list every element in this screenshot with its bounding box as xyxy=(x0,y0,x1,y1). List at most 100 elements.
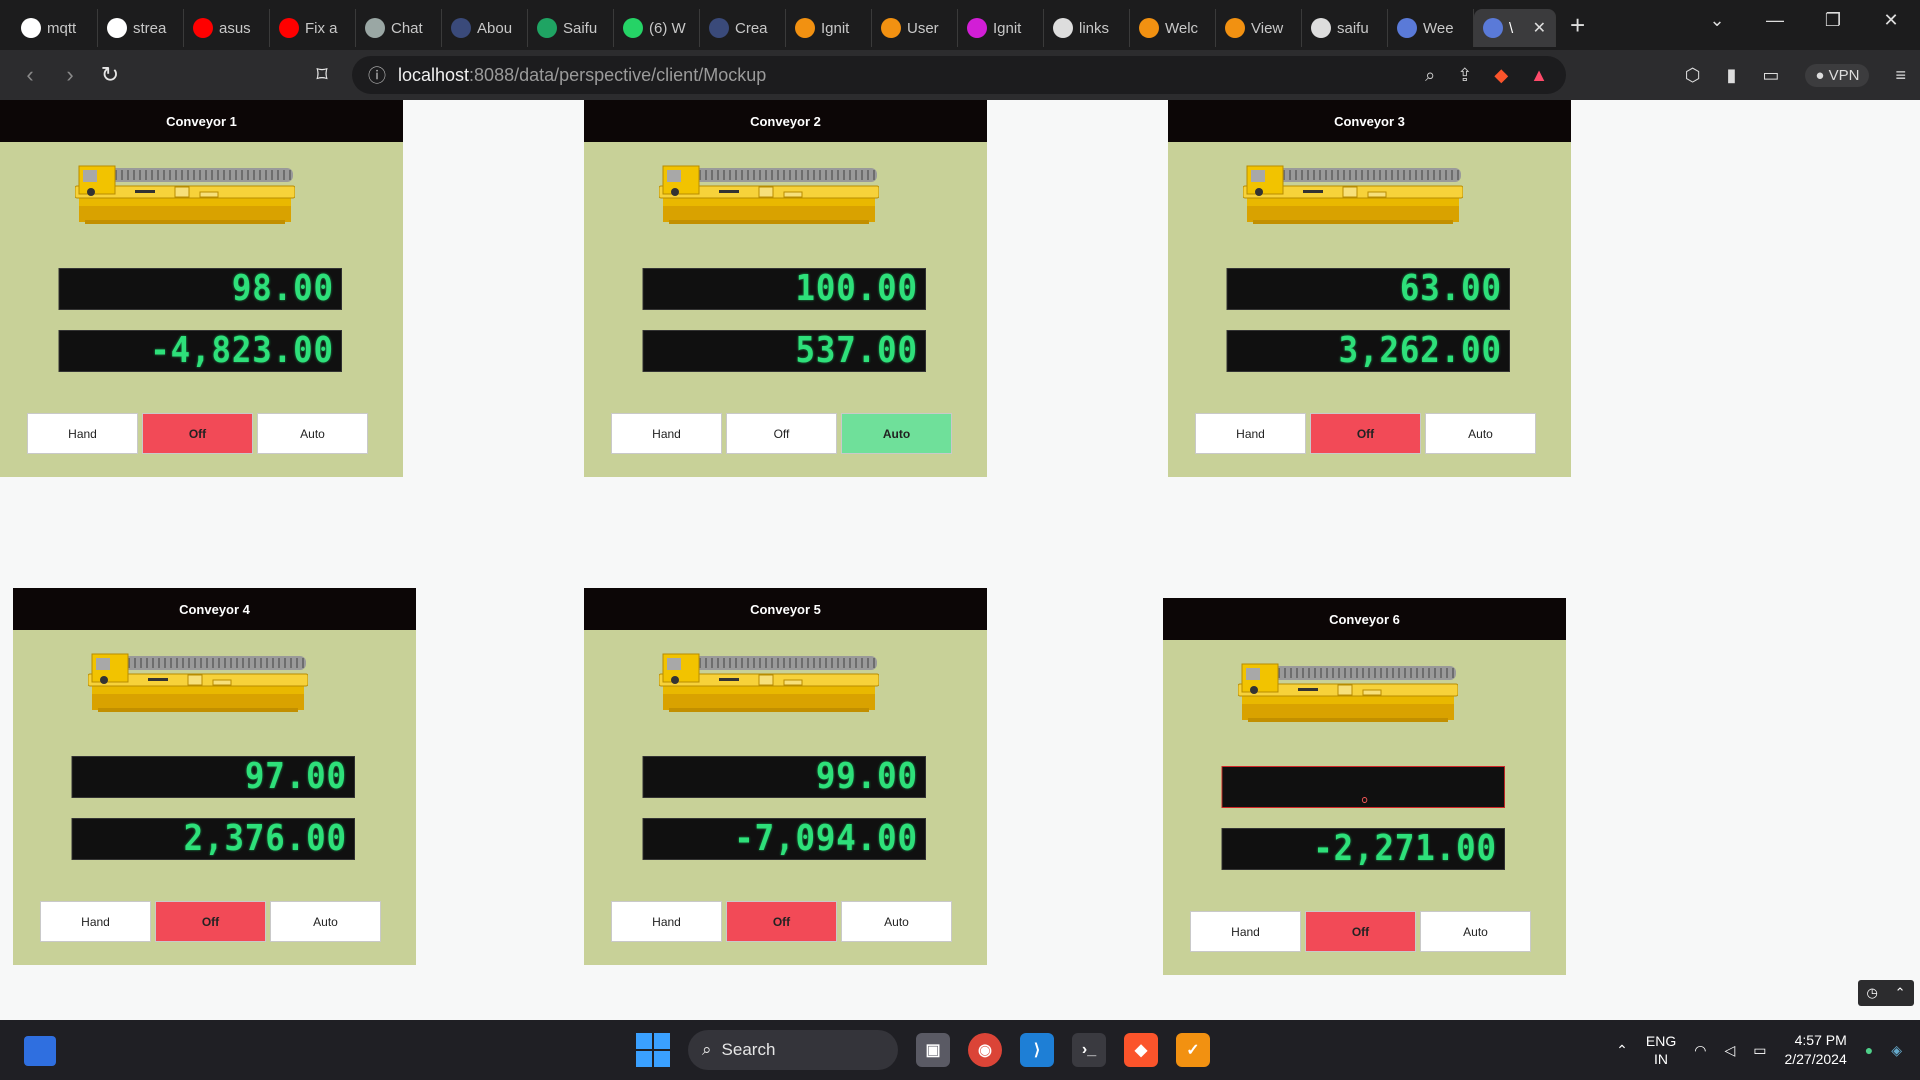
auto-button[interactable]: Auto xyxy=(841,413,952,454)
conveyor-image xyxy=(74,162,296,230)
auto-button[interactable]: Auto xyxy=(1420,911,1531,952)
browser-tab[interactable]: asus xyxy=(184,9,270,47)
back-button[interactable]: ‹ xyxy=(10,62,50,88)
tab-list: mqtt strea asus Fix a Chat Abou Saifu (6) W Crea… xyxy=(0,0,1556,50)
brave-icon[interactable]: ◆ xyxy=(1124,1033,1158,1067)
zoom-icon[interactable]: ⌕ xyxy=(1425,65,1435,86)
restore-button[interactable]: ❐ xyxy=(1804,10,1862,31)
address-bar[interactable]: ⓘ localhost :8088/data/perspective/clien… xyxy=(352,56,1566,94)
browser-tab[interactable]: Crea xyxy=(700,9,786,47)
ignition-check-icon xyxy=(1139,18,1159,38)
conveyor-card: Conveyor 5 99.00 -7,094.00 Hand Off Auto xyxy=(584,588,987,965)
conveyor-card: Conveyor 3 63.00 3,262.00 Hand Off Auto xyxy=(1168,100,1571,477)
browser-tab[interactable]: Fix a xyxy=(270,9,356,47)
count-display: 537.00 xyxy=(642,330,926,372)
browser-tab[interactable]: Wee xyxy=(1388,9,1474,47)
menu-icon[interactable]: ≡ xyxy=(1895,65,1906,86)
ignition-check-icon xyxy=(881,18,901,38)
google-icon xyxy=(21,18,41,38)
browser-tab[interactable]: links xyxy=(1044,9,1130,47)
taskbar-apps: ⌕ Search ▣ ◉ ⟩ ›_ ◆ ✓ xyxy=(636,1030,1210,1070)
ignition-designer-icon[interactable]: ✓ xyxy=(1176,1033,1210,1067)
new-tab-button[interactable]: + xyxy=(1570,10,1585,41)
hand-button[interactable]: Hand xyxy=(611,901,722,942)
brave-shields-icon[interactable]: ◆ xyxy=(1494,65,1508,86)
conveyor-card: Conveyor 6 -2,271.00 Hand Off Auto xyxy=(1163,598,1566,975)
forward-button[interactable]: › xyxy=(50,62,90,88)
off-button[interactable]: Off xyxy=(142,413,253,454)
hand-button[interactable]: Hand xyxy=(40,901,151,942)
vscode-icon[interactable]: ⟩ xyxy=(1020,1033,1054,1067)
clock-icon[interactable]: ◷ xyxy=(1866,985,1877,1001)
xd-icon xyxy=(967,18,987,38)
off-button[interactable]: Off xyxy=(155,901,266,942)
site-info-icon[interactable]: ⓘ xyxy=(368,62,386,88)
tab-search-icon[interactable]: ⌄ xyxy=(1688,10,1746,31)
notification-icon[interactable]: ● xyxy=(1865,1042,1873,1058)
hand-button[interactable]: Hand xyxy=(1190,911,1301,952)
hand-button[interactable]: Hand xyxy=(1195,413,1306,454)
browser-tab[interactable]: Chat xyxy=(356,9,442,47)
auto-button[interactable]: Auto xyxy=(257,413,368,454)
speed-display: 98.00 xyxy=(58,268,342,310)
share-icon[interactable]: ⇪ xyxy=(1457,65,1472,86)
browser-tab[interactable]: Ignit xyxy=(958,9,1044,47)
chevron-up-icon[interactable]: ⌃ xyxy=(1616,1042,1628,1059)
widgets-icon[interactable] xyxy=(24,1036,56,1066)
conveyor-title: Conveyor 2 xyxy=(584,100,987,142)
browser-tab[interactable]: Ignit xyxy=(786,9,872,47)
volume-icon[interactable]: ◁ xyxy=(1724,1042,1735,1059)
copilot-icon[interactable]: ◈ xyxy=(1891,1042,1902,1059)
chrome-icon[interactable]: ◉ xyxy=(968,1033,1002,1067)
browser-tab[interactable]: Abou xyxy=(442,9,528,47)
search-label: Search xyxy=(721,1040,776,1059)
close-window-button[interactable]: ✕ xyxy=(1862,10,1920,31)
browser-tab[interactable]: strea xyxy=(98,9,184,47)
chevron-up-icon[interactable]: ⌃ xyxy=(1895,985,1906,1001)
clock[interactable]: 4:57 PM 2/27/2024 xyxy=(1784,1031,1846,1069)
taskbar-search[interactable]: ⌕ Search xyxy=(688,1030,898,1070)
extensions-icon[interactable]: ⬡ xyxy=(1685,65,1701,86)
off-button[interactable]: Off xyxy=(1310,413,1421,454)
browser-tab[interactable]: Welc xyxy=(1130,9,1216,47)
off-button[interactable]: Off xyxy=(1305,911,1416,952)
hand-button[interactable]: Hand xyxy=(27,413,138,454)
bookmark-icon[interactable]: ⌑ xyxy=(302,62,342,88)
start-button[interactable] xyxy=(636,1033,670,1067)
close-tab-icon[interactable]: ✕ xyxy=(1533,18,1546,38)
wifi-icon[interactable]: ◠ xyxy=(1694,1042,1706,1059)
hand-button[interactable]: Hand xyxy=(611,413,722,454)
search-icon: ⌕ xyxy=(702,1040,712,1059)
terminal-icon[interactable]: ›_ xyxy=(1072,1033,1106,1067)
battery-icon[interactable]: ▭ xyxy=(1753,1042,1766,1059)
minimize-button[interactable]: — xyxy=(1746,10,1804,31)
browser-tab[interactable]: mqtt xyxy=(12,9,98,47)
speed-display: 97.00 xyxy=(71,756,355,798)
reload-button[interactable]: ↻ xyxy=(90,62,130,88)
conveyor-image xyxy=(658,650,880,718)
off-button[interactable]: Off xyxy=(726,413,837,454)
off-button[interactable]: Off xyxy=(726,901,837,942)
wallet-icon[interactable]: ▭ xyxy=(1762,65,1779,86)
github-icon xyxy=(1311,18,1331,38)
task-view-icon[interactable]: ▣ xyxy=(916,1033,950,1067)
mode-selector: Hand Off Auto xyxy=(611,413,952,454)
browser-tab[interactable]: (6) W xyxy=(614,9,700,47)
vpn-label: VPN xyxy=(1828,66,1860,84)
conveyor-graphic xyxy=(1242,165,1464,224)
browser-tab[interactable]: saifu xyxy=(1302,9,1388,47)
sidebar-icon[interactable]: ▮ xyxy=(1726,65,1736,86)
language-indicator[interactable]: ENG IN xyxy=(1646,1032,1676,1068)
browser-tab[interactable]: Saifu xyxy=(528,9,614,47)
browser-tab[interactable]: User xyxy=(872,9,958,47)
auto-button[interactable]: Auto xyxy=(270,901,381,942)
perspective-dock-controls[interactable]: ◷ ⌃ xyxy=(1858,980,1914,1006)
auto-button[interactable]: Auto xyxy=(1425,413,1536,454)
brave-rewards-icon[interactable]: ▲ xyxy=(1530,65,1548,86)
auto-button[interactable]: Auto xyxy=(841,901,952,942)
browser-tab-label: Welc xyxy=(1165,19,1199,37)
vpn-button[interactable]: ● VPN xyxy=(1805,63,1870,87)
conveyor-image xyxy=(87,650,309,718)
browser-tab[interactable]: View xyxy=(1216,9,1302,47)
browser-tab[interactable]: \ ✕ xyxy=(1474,9,1556,47)
